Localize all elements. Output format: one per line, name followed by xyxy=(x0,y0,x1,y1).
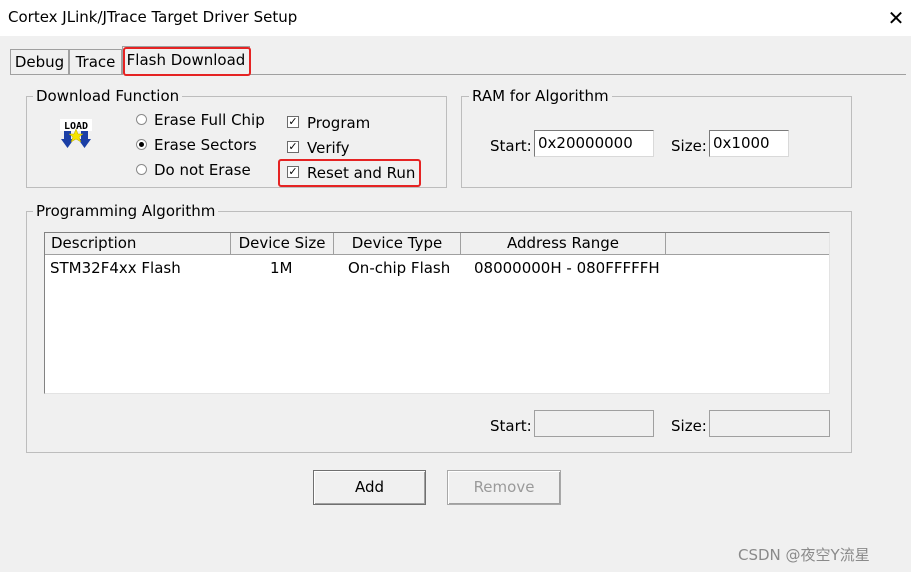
checkbox-verify[interactable]: ✓ xyxy=(287,141,299,153)
ram-size-label: Size: xyxy=(671,137,707,155)
radio-erase-sectors-label: Erase Sectors xyxy=(154,136,257,154)
cell-address-range: 08000000H - 080FFFFFH xyxy=(474,259,660,277)
table-row[interactable]: STM32F4xx Flash 1M On-chip Flash 0800000… xyxy=(45,257,829,279)
column-address-range[interactable]: Address Range xyxy=(461,233,666,255)
checkbox-program[interactable]: ✓ xyxy=(287,116,299,128)
add-button[interactable]: Add xyxy=(313,470,426,505)
tab-trace[interactable]: Trace xyxy=(69,49,122,74)
checkbox-reset-and-run-label: Reset and Run xyxy=(307,164,416,182)
checkbox-verify-label: Verify xyxy=(307,139,350,157)
title-bar: Cortex JLink/JTrace Target Driver Setup … xyxy=(0,0,911,36)
close-icon[interactable]: ✕ xyxy=(884,6,908,30)
algo-size-input[interactable] xyxy=(709,410,830,437)
algo-size-label: Size: xyxy=(671,417,707,435)
column-description[interactable]: Description xyxy=(45,233,231,255)
window-title: Cortex JLink/JTrace Target Driver Setup xyxy=(8,8,298,26)
cell-device-size: 1M xyxy=(270,259,293,277)
checkbox-program-label: Program xyxy=(307,114,371,132)
column-device-type[interactable]: Device Type xyxy=(334,233,461,255)
remove-button[interactable]: Remove xyxy=(447,470,561,505)
cell-device-type: On-chip Flash xyxy=(348,259,451,277)
ram-for-algorithm-label: RAM for Algorithm xyxy=(469,87,612,105)
download-function-label: Download Function xyxy=(33,87,183,105)
ram-start-label: Start: xyxy=(490,137,532,155)
ram-start-input[interactable]: 0x20000000 xyxy=(534,130,654,157)
radio-do-not-erase-label: Do not Erase xyxy=(154,161,251,179)
column-device-size[interactable]: Device Size xyxy=(231,233,334,255)
cell-description: STM32F4xx Flash xyxy=(50,259,181,277)
algo-start-input[interactable] xyxy=(534,410,654,437)
algo-start-label: Start: xyxy=(490,417,532,435)
tab-flash-download[interactable]: Flash Download xyxy=(122,46,250,75)
radio-erase-sectors[interactable] xyxy=(136,139,147,150)
radio-erase-full-chip-label: Erase Full Chip xyxy=(154,111,265,129)
checkbox-reset-and-run[interactable]: ✓ xyxy=(287,166,299,178)
watermark: CSDN @夜空Y流星 xyxy=(738,546,870,564)
tab-debug[interactable]: Debug xyxy=(10,49,69,74)
load-icon: LOAD xyxy=(58,117,94,151)
radio-do-not-erase[interactable] xyxy=(136,164,147,175)
ram-size-input[interactable]: 0x1000 xyxy=(709,130,789,157)
radio-erase-full-chip[interactable] xyxy=(136,114,147,125)
column-empty xyxy=(666,233,829,255)
algorithm-list[interactable]: Description Device Size Device Type Addr… xyxy=(44,232,830,394)
programming-algorithm-label: Programming Algorithm xyxy=(33,202,219,220)
